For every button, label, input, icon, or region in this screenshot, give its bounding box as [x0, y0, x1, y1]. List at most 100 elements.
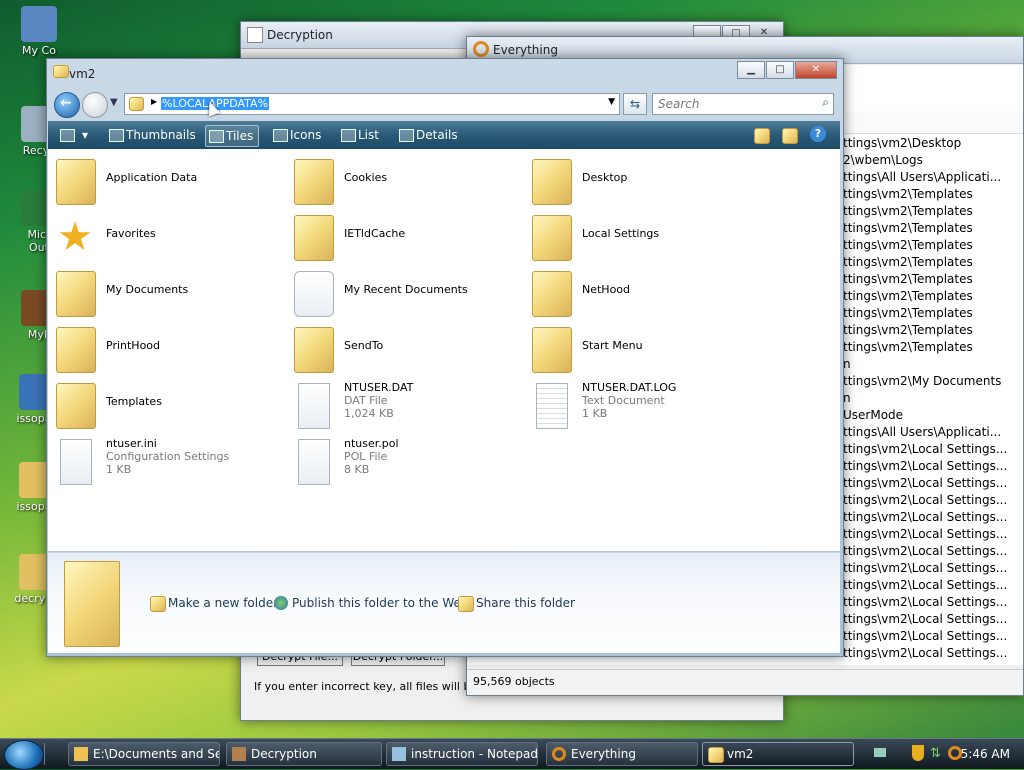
taskbar-button-everything[interactable]: Everything [546, 742, 698, 766]
result-row[interactable]: ttings\vm2\Templates [843, 305, 1013, 322]
tile-ntuser-ini[interactable]: ntuser.ini Configuration Settings 1 KB [48, 435, 278, 487]
result-row[interactable]: ttings\vm2\Templates [843, 271, 1013, 288]
tile-nethood[interactable]: NetHood [524, 267, 754, 319]
taskbar-button-notepad[interactable]: instruction - Notepad [386, 742, 538, 766]
search-input[interactable]: Search ⌕ [652, 93, 834, 115]
tile-my-documents[interactable]: My Documents [48, 267, 278, 319]
start-button[interactable] [4, 740, 44, 770]
tile-templates[interactable]: Templates [48, 379, 278, 431]
result-row[interactable]: ttings\vm2\Local Settings... [843, 577, 1013, 594]
tile-ntuser-dat-log[interactable]: NTUSER.DAT.LOG Text Document 1 KB [524, 379, 754, 431]
quick-launch [44, 743, 59, 765]
share-folder-link[interactable]: Share this folder [458, 596, 575, 612]
thumbnails-button[interactable]: Thumbnails [106, 125, 196, 145]
result-row[interactable]: ttings\vm2\Local Settings... [843, 611, 1013, 628]
make-new-folder-link[interactable]: Make a new folder [150, 596, 278, 612]
tile-cookies[interactable]: Cookies [286, 155, 516, 207]
result-row[interactable]: ttings\vm2\Local Settings... [843, 458, 1013, 475]
network-icon[interactable]: ⇅ [930, 746, 941, 761]
result-row[interactable]: ttings\vm2\Templates [843, 203, 1013, 220]
forward-button[interactable] [82, 92, 108, 118]
decryption-note: If you enter incorrect key, all files wi… [254, 680, 466, 693]
taskbar-button-explorer-path[interactable]: E:\Documents and Se... [68, 742, 220, 766]
result-row[interactable]: ttings\vm2\Templates [843, 288, 1013, 305]
result-row[interactable]: ttings\vm2\Local Settings... [843, 543, 1013, 560]
result-row[interactable]: ttings\All Users\Applicati... [843, 424, 1013, 441]
explorer-titlebar[interactable]: vm2 ▁ □ ✕ [47, 59, 843, 85]
properties-icon[interactable] [782, 128, 798, 144]
item-name: Application Data [106, 171, 198, 184]
result-row[interactable]: ttings\vm2\Local Settings... [843, 475, 1013, 492]
tile-desktop[interactable]: Desktop [524, 155, 754, 207]
result-row[interactable]: n [843, 390, 1013, 407]
item-type: DAT File [344, 394, 388, 407]
result-row[interactable]: ttings\vm2\Templates [843, 186, 1013, 203]
result-row[interactable]: ttings\vm2\Local Settings... [843, 594, 1013, 611]
views-menu-button[interactable]: ▾ [54, 125, 88, 145]
maximize-button[interactable]: □ [766, 61, 794, 79]
file-view[interactable]: Application Data Cookies Desktop ★ Favor… [48, 149, 840, 551]
icons-button[interactable]: Icons [270, 125, 321, 145]
desktop-icon-my-computer[interactable]: My Co [4, 6, 74, 57]
shield-icon[interactable] [912, 745, 924, 761]
result-row[interactable]: UserMode [843, 407, 1013, 424]
search-icon [473, 41, 489, 57]
result-row[interactable]: n [843, 356, 1013, 373]
folder-icon [56, 383, 96, 429]
result-row[interactable]: ttings\vm2\Templates [843, 254, 1013, 271]
keyboard-icon[interactable] [874, 748, 886, 757]
folder-icon [53, 65, 69, 78]
view-toolbar: ▾ Thumbnails Tiles Icons List Details ? [48, 121, 840, 149]
clock[interactable]: 5:46 AM [961, 747, 1010, 761]
tile-ntuser-pol[interactable]: ntuser.pol POL File 8 KB [286, 435, 516, 487]
tile-my-recent-documents[interactable]: My Recent Documents [286, 267, 516, 319]
help-icon[interactable]: ? [810, 126, 826, 142]
details-button[interactable]: Details [396, 125, 458, 145]
minimize-button[interactable]: ▁ [737, 61, 765, 79]
back-button[interactable]: ← [54, 92, 80, 118]
result-row[interactable]: ttings\vm2\Local Settings... [843, 526, 1013, 543]
close-button[interactable]: ✕ [795, 61, 837, 79]
result-row[interactable]: ttings\vm2\Templates [843, 237, 1013, 254]
result-row[interactable]: ttings\vm2\Templates [843, 339, 1013, 356]
result-row[interactable]: ttings\vm2\Desktop [843, 135, 1013, 152]
details-label: Details [416, 128, 458, 142]
refresh-button[interactable]: ⇆ [623, 93, 647, 115]
list-icon [341, 129, 356, 142]
item-name: Templates [106, 395, 162, 408]
result-row[interactable]: ttings\vm2\Local Settings... [843, 492, 1013, 509]
tiles-button[interactable]: Tiles [205, 125, 260, 147]
tile-ntuser-dat[interactable]: NTUSER.DAT DAT File 1,024 KB [286, 379, 516, 431]
tile-local-settings[interactable]: Local Settings [524, 211, 754, 263]
tile-ietldcache[interactable]: IETldCache [286, 211, 516, 263]
publish-folder-link[interactable]: Publish this folder to the Web [274, 596, 468, 610]
search-icon[interactable]: ⌕ [822, 95, 829, 110]
results-list[interactable]: ttings\vm2\Desktop 2\wbem\Logs ttings\All … [843, 135, 1013, 662]
tile-start-menu[interactable]: Start Menu [524, 323, 754, 375]
window-title: Everything [493, 43, 558, 57]
result-row[interactable]: ttings\vm2\Local Settings... [843, 560, 1013, 577]
new-folder-toolbar-icon[interactable] [754, 128, 770, 144]
recent-pages-dropdown[interactable]: ▼ [110, 97, 118, 108]
result-row[interactable]: ttings\vm2\Local Settings... [843, 441, 1013, 458]
address-dropdown-icon[interactable]: ▼ [608, 97, 615, 107]
result-row[interactable]: ttings\vm2\Local Settings... [843, 645, 1013, 662]
result-row[interactable]: 2\wbem\Logs [843, 152, 1013, 169]
search-icon [552, 747, 566, 761]
address-bar[interactable]: ▶ %LOCALAPPDATA% ▼ [124, 93, 620, 115]
result-row[interactable]: ttings\vm2\Templates [843, 220, 1013, 237]
tile-favorites[interactable]: ★ Favorites [48, 211, 278, 263]
result-row[interactable]: ttings\vm2\Local Settings... [843, 509, 1013, 526]
result-row[interactable]: ttings\vm2\Templates [843, 322, 1013, 339]
tile-sendto[interactable]: SendTo [286, 323, 516, 375]
config-file-icon [60, 439, 92, 485]
result-row[interactable]: ttings\All Users\Applicati... [843, 169, 1013, 186]
taskbar-button-decryption[interactable]: Decryption [226, 742, 382, 766]
tile-printhood[interactable]: PrintHood [48, 323, 278, 375]
tile-application-data[interactable]: Application Data [48, 155, 278, 207]
folder-icon [532, 327, 572, 373]
list-button[interactable]: List [338, 125, 379, 145]
result-row[interactable]: ttings\vm2\My Documents [843, 373, 1013, 390]
taskbar-button-vm2[interactable]: vm2 [702, 742, 854, 766]
result-row[interactable]: ttings\vm2\Local Settings... [843, 628, 1013, 645]
